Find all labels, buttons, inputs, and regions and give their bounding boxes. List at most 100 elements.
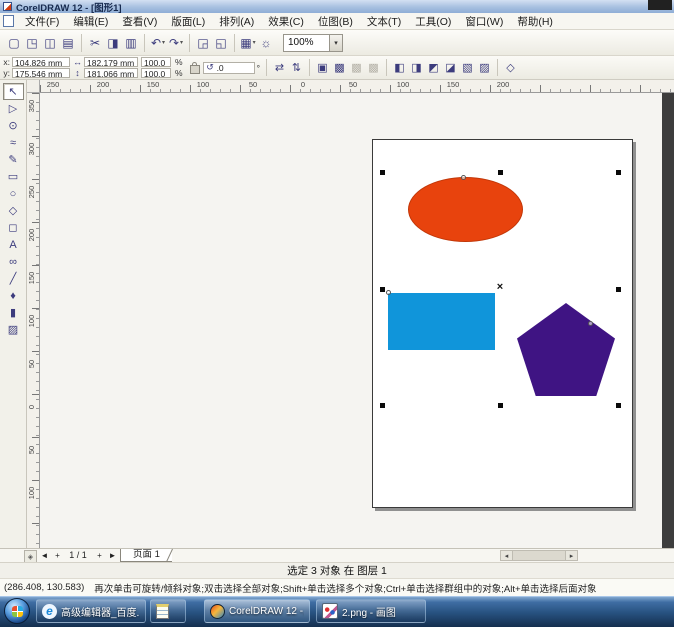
smart-drawing-tool[interactable]: ✎ [3,151,24,168]
export-icon[interactable]: ◱ [212,34,230,52]
add-page-before-button[interactable]: + [52,550,63,561]
ungroup-icon[interactable]: ▩ [348,59,365,76]
start-button[interactable] [4,598,30,624]
object-height-field[interactable]: 181.066 mm [84,68,138,78]
menu-item[interactable]: 位图(B) [311,15,360,29]
mirror-vertical-icon[interactable]: ⇅ [288,59,305,76]
node-marker[interactable] [588,321,593,326]
forward-one-icon[interactable]: ▧ [459,59,476,76]
ruler-origin-corner[interactable] [27,80,40,93]
menu-item[interactable]: 窗口(W) [458,15,510,29]
status-bar: 选定 3 对象 在 图层 1 [0,562,674,578]
menu-item[interactable]: 编辑(E) [66,15,115,29]
convert-to-curves-icon[interactable]: ◇ [497,59,519,76]
redo-icon[interactable]: ↷ [167,34,185,52]
x-label: x: [3,57,10,67]
interactive-fill-tool[interactable]: ▨ [3,321,24,338]
copy-icon[interactable]: ◨ [104,34,122,52]
to-back-icon[interactable]: ◪ [442,59,459,76]
ellipse-tool[interactable]: ○ [3,185,24,202]
taskbar-button-notepad[interactable] [150,599,186,623]
group-icon[interactable]: ▩ [331,59,348,76]
eyedropper-tool[interactable]: ╱ [3,270,24,287]
cut-icon[interactable]: ✂ [81,34,104,52]
shape-tool[interactable]: ▷ [3,100,24,117]
selection-handle[interactable] [616,170,621,175]
undo-icon[interactable]: ↶ [144,34,167,52]
selection-handle[interactable] [380,287,385,292]
ruler-tick-label: 200 [493,80,513,89]
paste-icon[interactable]: ▥ [122,34,140,52]
selection-handle[interactable] [498,403,503,408]
selection-handle[interactable] [498,170,503,175]
basic-shapes-tool[interactable]: ◻ [3,219,24,236]
scale-y-field[interactable]: 100.0 [141,68,171,78]
selection-center-marker[interactable]: × [492,281,508,293]
y-position-field[interactable]: 175.546 mm [12,68,70,78]
rotate-icon: ↺ [206,62,215,73]
taskbar-button-coreldraw[interactable]: CorelDRAW 12 -... [204,599,310,623]
combine-icon[interactable]: ▣ [309,59,331,76]
scrollbar-thumb[interactable] [512,551,566,560]
taskbar-button-browser[interactable]: e 高级编辑器_百度... [36,599,146,623]
horizontal-ruler[interactable]: 25020015010050050100150200 [40,80,674,93]
to-front-icon[interactable]: ◩ [425,59,442,76]
drawing-canvas[interactable]: × [40,93,674,548]
open-icon[interactable]: ◳ [23,34,41,52]
selection-handle[interactable] [380,403,385,408]
scale-x-field[interactable]: 100.0 [141,57,171,67]
selection-handle[interactable] [380,170,385,175]
menu-item[interactable]: 帮助(H) [510,15,560,29]
new-icon[interactable]: ▢ [5,34,23,52]
menu-item[interactable]: 效果(C) [261,15,311,29]
selection-handle[interactable] [616,403,621,408]
interactive-blend-tool[interactable]: ∞ [3,253,24,270]
page-tab[interactable]: 页面 1 [120,549,172,562]
menu-item[interactable]: 文件(F) [18,15,66,29]
rotation-field[interactable]: ↺ .0 [203,62,255,74]
chevron-down-icon[interactable]: ▾ [329,35,342,51]
text-tool[interactable]: A [3,236,24,253]
ungroup-all-icon[interactable]: ▩ [365,59,382,76]
lock-ratio-icon[interactable] [190,65,200,74]
polygon-tool[interactable]: ◇ [3,202,24,219]
back-one-icon[interactable]: ▨ [476,59,493,76]
vertical-ruler[interactable]: 35030025020015010050050100 [27,93,40,548]
scroll-left-icon[interactable]: ◂ [501,551,512,560]
scroll-right-icon[interactable]: ▸ [566,551,577,560]
corel-online-icon[interactable]: ☼ [257,34,275,52]
fill-tool[interactable]: ▮ [3,304,24,321]
freehand-tool[interactable]: ≈ [3,134,24,151]
horizontal-scrollbar[interactable]: ◂ ▸ [500,550,578,561]
zoom-tool[interactable]: ⊙ [3,117,24,134]
menu-item[interactable]: 版面(L) [164,15,212,29]
taskbar-button-paint[interactable]: 2.png - 画图 [316,599,426,623]
menu-item[interactable]: 排列(A) [212,15,261,29]
mirror-horizontal-icon[interactable]: ⇄ [266,59,288,76]
screen-edge-strip [662,93,674,548]
rectangle-shape[interactable] [388,293,495,350]
add-page-after-button[interactable]: + [94,550,105,561]
zoom-level-combo[interactable]: 100% ▾ [283,34,343,52]
ellipse-shape[interactable] [408,177,523,242]
import-icon[interactable]: ◲ [189,34,212,52]
node-marker[interactable] [386,290,391,295]
last-page-button[interactable]: ► [107,550,118,561]
hint-text: 再次单击可旋转/倾斜对象;双击选择全部对象;Shift+单击选择多个对象;Ctr… [94,581,596,595]
application-launcher-icon[interactable]: ▦ [234,34,257,52]
rectangle-tool[interactable]: ▭ [3,168,24,185]
save-icon[interactable]: ◫ [41,34,59,52]
x-position-field[interactable]: 104.826 mm [12,57,70,67]
outline-tool[interactable]: ♦ [3,287,24,304]
align-distribute-icon[interactable]: ◧ [386,59,408,76]
object-width-field[interactable]: 182.179 mm [84,57,138,67]
menu-item[interactable]: 工具(O) [408,15,458,29]
menu-item[interactable]: 查看(V) [115,15,164,29]
menu-item[interactable]: 文本(T) [360,15,408,29]
first-page-button[interactable]: ◄ [39,550,50,561]
print-icon[interactable]: ▤ [59,34,77,52]
selection-handle[interactable] [616,287,621,292]
pick-tool[interactable]: ↖ [3,83,24,100]
order-icon[interactable]: ◨ [408,59,425,76]
node-marker[interactable] [461,175,466,180]
